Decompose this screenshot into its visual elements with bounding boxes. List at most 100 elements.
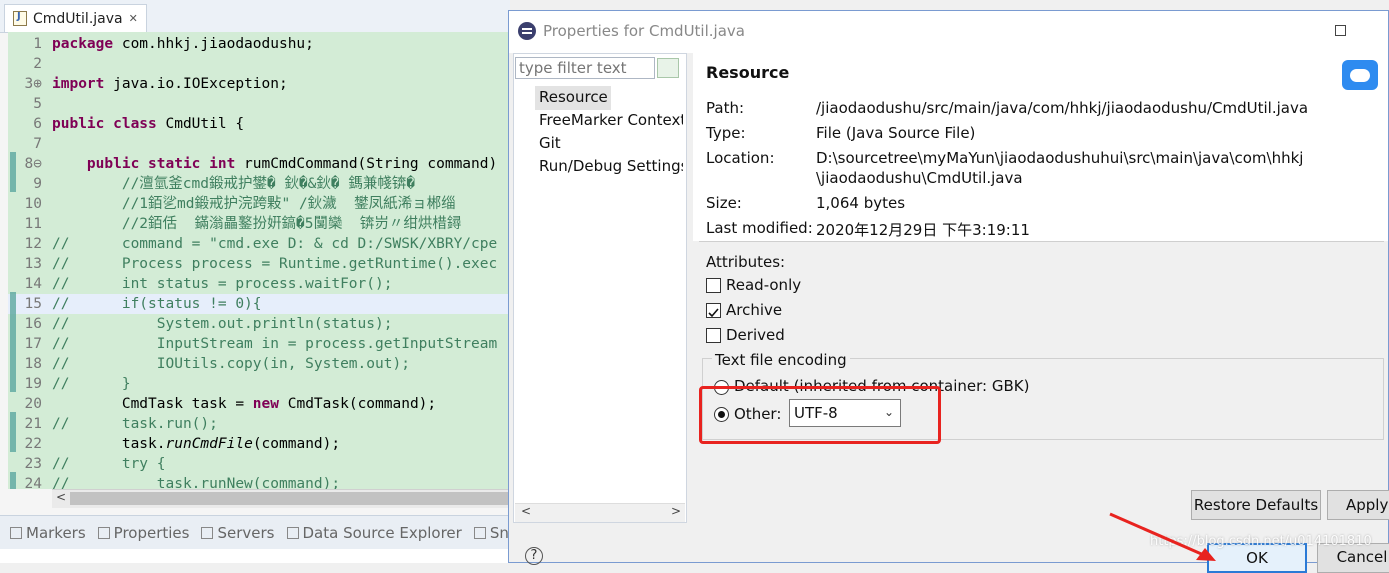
page-title: Resource <box>706 63 790 82</box>
view-icon <box>201 526 214 539</box>
code-line[interactable]: 18// IOUtils.copy(in, System.out); <box>8 354 510 374</box>
chevron-right-icon[interactable]: > <box>671 504 681 518</box>
property-value: 2020年12月29日 下午3:19:11 <box>816 221 1030 239</box>
code-text: // task.run(); <box>52 416 218 432</box>
code-line[interactable]: 5 <box>8 94 510 114</box>
code-line[interactable]: 1 package com.hhkj.jiaodaodushu; <box>8 34 510 54</box>
view-tab-sn[interactable]: Sn <box>473 524 509 542</box>
annotation-highlight-box <box>699 386 941 444</box>
code-text: // IOUtils.copy(in, System.out); <box>52 356 410 372</box>
nav-item-resource[interactable]: Resource <box>539 88 608 106</box>
dialog-title: Properties for CmdUtil.java <box>543 22 745 40</box>
code-line[interactable]: 12 // command = "cmd.exe D: & cd D:/SWSK/… <box>8 234 510 254</box>
code-text: // task.runNew(command); <box>52 476 341 489</box>
view-icon <box>473 526 486 539</box>
code-line[interactable]: 10 //1銆乷md鍛戒护浣跨敤" /鈥濊 鐢凤紙浠ョ郴缁 <box>8 194 510 214</box>
code-line[interactable]: 22 task.runCmdFile(command); <box>8 434 510 454</box>
code-line[interactable]: 14 // int status = process.waitFor(); <box>8 274 510 294</box>
annotation-arrow <box>1109 512 1216 561</box>
change-marker <box>10 472 16 489</box>
view-icon <box>10 526 22 539</box>
view-tab-markers[interactable]: Markers <box>10 524 86 542</box>
code-text: public class CmdUtil { <box>52 116 245 132</box>
checkbox-derived[interactable] <box>706 328 721 343</box>
code-area[interactable]: 1 package com.hhkj.jiaodaodushu; 2 3⊕ import… <box>8 32 510 489</box>
view-tab-properties[interactable]: Properties <box>97 524 189 542</box>
editor-tab-cmdutil[interactable]: CmdUtil.java ✕ <box>4 4 147 32</box>
checkbox-archive[interactable] <box>706 303 721 318</box>
line-number: 13 <box>24 256 42 272</box>
code-text: // InputStream in = process.getInputStre… <box>52 336 498 352</box>
property-value: D:\sourcetree\myMaYun\jiaodaodushuhui\sr… <box>816 149 1304 167</box>
line-number: 20 <box>24 396 42 412</box>
close-icon[interactable]: ✕ <box>129 12 138 25</box>
help-icon[interactable]: ? <box>525 547 543 565</box>
apply-button[interactable]: Apply <box>1327 490 1389 520</box>
code-line[interactable]: 16// System.out.println(status); <box>8 314 510 334</box>
view-tab-servers[interactable]: Servers <box>201 524 275 542</box>
nav-item-freemarker-context[interactable]: FreeMarker Context <box>539 111 683 129</box>
property-value: 1,064 bytes <box>816 194 906 212</box>
filter-input[interactable] <box>515 57 655 79</box>
code-line[interactable]: 2 <box>8 54 510 74</box>
code-line[interactable]: 19// } <box>8 374 510 394</box>
java-file-icon <box>13 11 27 26</box>
property-label: Path: <box>706 99 745 117</box>
view-tab-data-source-explorer[interactable]: Data Source Explorer <box>286 524 462 542</box>
chevron-left-icon[interactable]: < <box>56 490 66 504</box>
line-number: 11 <box>24 216 42 232</box>
property-value-continued: \jiaodaodushu\CmdUtil.java <box>816 169 1023 187</box>
code-line[interactable]: 11 //2銆佸 鏋滃畾鐜扮姸鎬�5闅欒 锛岃〃绀烘棤鐞 <box>8 214 510 234</box>
chevron-left-icon[interactable]: < <box>521 504 531 518</box>
code-text: //1銆乷md鍛戒护浣跨敤" /鈥濊 鐢凤紙浠ョ郴缁 <box>52 196 456 212</box>
dialog-title-bar: Properties for CmdUtil.java <box>509 11 1388 53</box>
code-text: // int status = process.waitFor(); <box>52 276 393 292</box>
check-icon <box>708 308 719 318</box>
code-text: //2銆佸 鏋滃畾鐜扮姸鎬�5闅欒 锛岃〃绀烘棤鐞 <box>52 216 462 232</box>
code-line[interactable]: 20 CmdTask task = new CmdTask(command); <box>8 394 510 414</box>
editor-tab-bar: CmdUtil.java ✕ <box>0 0 510 33</box>
line-number: 7 <box>33 136 42 152</box>
code-line[interactable]: 15// if(status != 0){ <box>8 294 510 314</box>
maximize-button[interactable] <box>1335 25 1346 36</box>
code-text: package com.hhkj.jiaodaodushu; <box>52 36 314 52</box>
attributes-label: Attributes: <box>706 253 786 271</box>
code-line[interactable]: 24// task.runNew(command); <box>8 474 510 489</box>
checkbox-label: Archive <box>726 301 783 319</box>
code-line[interactable]: 9 //澶氫釜cmd鍛戒护鐢� 鈥�&鈥� 鎷兼帴锛� <box>8 174 510 194</box>
properties-dialog: Properties for CmdUtil.java < > Resource… <box>508 10 1389 573</box>
code-text: //澶氫釜cmd鍛戒护鐢� 鈥�&鈥� 鎷兼帴锛� <box>52 176 416 192</box>
property-label: Size: <box>706 194 742 212</box>
eclipse-icon <box>518 22 536 40</box>
code-text: // command = "cmd.exe D: & cd D:/SWSK/XB… <box>52 236 498 252</box>
code-line[interactable]: 7 <box>8 134 510 154</box>
code-line[interactable]: 6 public class CmdUtil { <box>8 114 510 134</box>
code-text: // } <box>52 376 131 392</box>
clear-filter-button[interactable] <box>657 58 679 78</box>
checkbox-label: Derived <box>726 326 785 344</box>
nav-horizontal-scrollbar[interactable]: < > <box>515 503 685 522</box>
view-icon <box>286 526 299 539</box>
code-line[interactable]: 17// InputStream in = process.getInputSt… <box>8 334 510 354</box>
code-text: // try { <box>52 456 166 472</box>
change-marker <box>10 292 16 392</box>
code-line[interactable]: 23 // try { <box>8 454 510 474</box>
code-line[interactable]: 3⊕ import java.io.IOException; <box>8 74 510 94</box>
console-area <box>0 549 510 563</box>
code-line[interactable]: 21// task.run(); <box>8 414 510 434</box>
nav-item-git[interactable]: Git <box>539 134 561 152</box>
line-number: 3⊕ <box>24 76 42 92</box>
checkbox-read-only[interactable] <box>706 278 721 293</box>
code-line[interactable]: 13 // Process process = Runtime.getRuntim… <box>8 254 510 274</box>
property-label: Last modified: <box>706 219 813 237</box>
code-text: public static int rumCmdCommand(String c… <box>86 156 498 172</box>
code-text: task.runCmdFile(command); <box>52 436 341 452</box>
code-text: // Process process = Runtime.getRuntime(… <box>52 256 498 272</box>
change-marker <box>10 412 16 452</box>
line-number: 10 <box>24 196 42 212</box>
code-line[interactable]: 8⊖ public static int rumCmdCommand(Strin… <box>8 154 510 174</box>
editor-scroll-thumb[interactable] <box>70 492 510 505</box>
change-marker <box>10 152 16 192</box>
property-label: Type: <box>706 124 746 142</box>
nav-item-run-debug-settings[interactable]: Run/Debug Settings <box>539 157 683 175</box>
